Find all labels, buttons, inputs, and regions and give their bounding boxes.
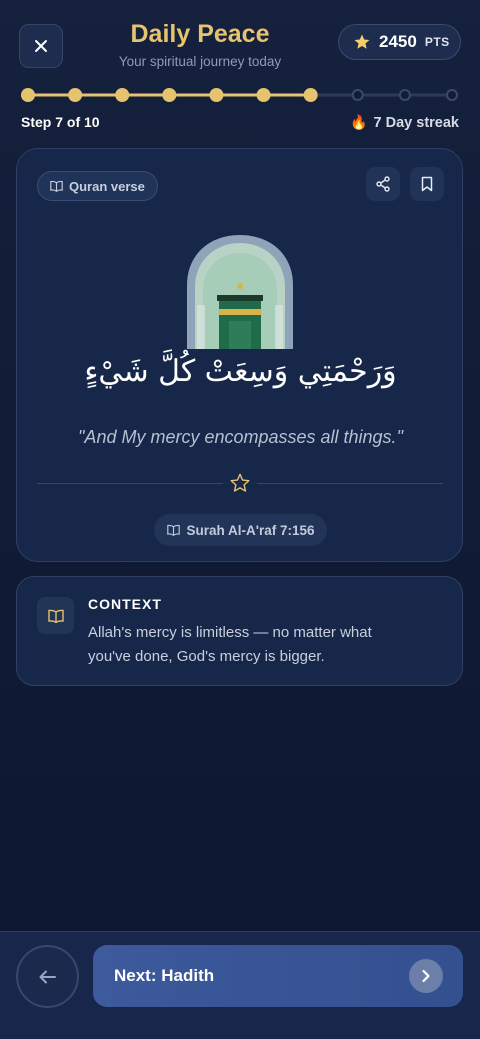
- kaaba-illustration: [187, 235, 293, 349]
- progress-step-complete: [162, 88, 177, 102]
- bookmark-icon: [421, 176, 433, 192]
- page-subtitle: Your spiritual journey today: [118, 54, 282, 69]
- verse-reference: Surah Al-A'raf 7:156: [154, 514, 327, 546]
- context-card: CONTEXT Allah's mercy is limitless — no …: [16, 576, 463, 686]
- verse-reference-label: Surah Al-A'raf 7:156: [186, 522, 315, 538]
- next-button-label: Next: Hadith: [114, 966, 215, 985]
- book-open-icon: [50, 180, 63, 192]
- progress-step-complete: [256, 88, 271, 102]
- divider-right: [257, 483, 443, 484]
- footer-bar: Next: Hadith: [0, 931, 480, 1039]
- progress-step-pending: [446, 89, 458, 101]
- progress-step-complete: [21, 88, 35, 102]
- fire-icon: 🔥: [350, 114, 368, 130]
- points-badge: 2450 PTS: [338, 24, 461, 60]
- chevron-right-icon: [422, 969, 430, 983]
- star-outline-icon: [230, 473, 250, 492]
- book-open-icon: [166, 524, 180, 536]
- progress-step-complete: [115, 88, 130, 102]
- progress-step-complete: [303, 88, 318, 102]
- back-button[interactable]: [16, 945, 79, 1008]
- bookmark-button[interactable]: [410, 167, 444, 201]
- progress-step-pending: [351, 89, 364, 101]
- share-button[interactable]: [366, 167, 400, 201]
- context-icon-box: [37, 597, 74, 634]
- progress-step-complete: [68, 88, 83, 102]
- points-unit: PTS: [424, 35, 450, 49]
- streak-label: 7 Day streak: [373, 114, 459, 131]
- points-value: 2450: [379, 32, 417, 51]
- book-open-icon: [47, 609, 64, 623]
- verse-type-tag: Quran verse: [37, 171, 158, 201]
- progress-step-pending: [398, 89, 411, 101]
- star-icon: [354, 34, 370, 49]
- divider-left: [37, 483, 223, 484]
- verse-type-label: Quran verse: [69, 178, 145, 194]
- step-label: Step 7 of 10: [21, 114, 100, 130]
- streak-indicator: 🔥 7 Day streak: [350, 114, 459, 131]
- arrow-left-icon: [39, 970, 56, 983]
- context-body: Allah's mercy is limitless — no matter w…: [88, 624, 372, 665]
- verse-card: Quran verse وَرَحْمَتِي وَسِعَتْ كُلَّ ش…: [16, 148, 463, 562]
- step-progress: [20, 86, 462, 106]
- progress-step-complete: [209, 88, 224, 102]
- next-arrow: [409, 959, 443, 993]
- arabic-verse: وَرَحْمَتِي وَسِعَتْ كُلَّ شَيْءٍ: [84, 354, 397, 389]
- verse-translation: "And My mercy encompasses all things.": [78, 427, 403, 447]
- context-title: CONTEXT: [88, 596, 162, 612]
- next-button[interactable]: Next: Hadith: [93, 945, 463, 1007]
- share-icon: [376, 176, 390, 192]
